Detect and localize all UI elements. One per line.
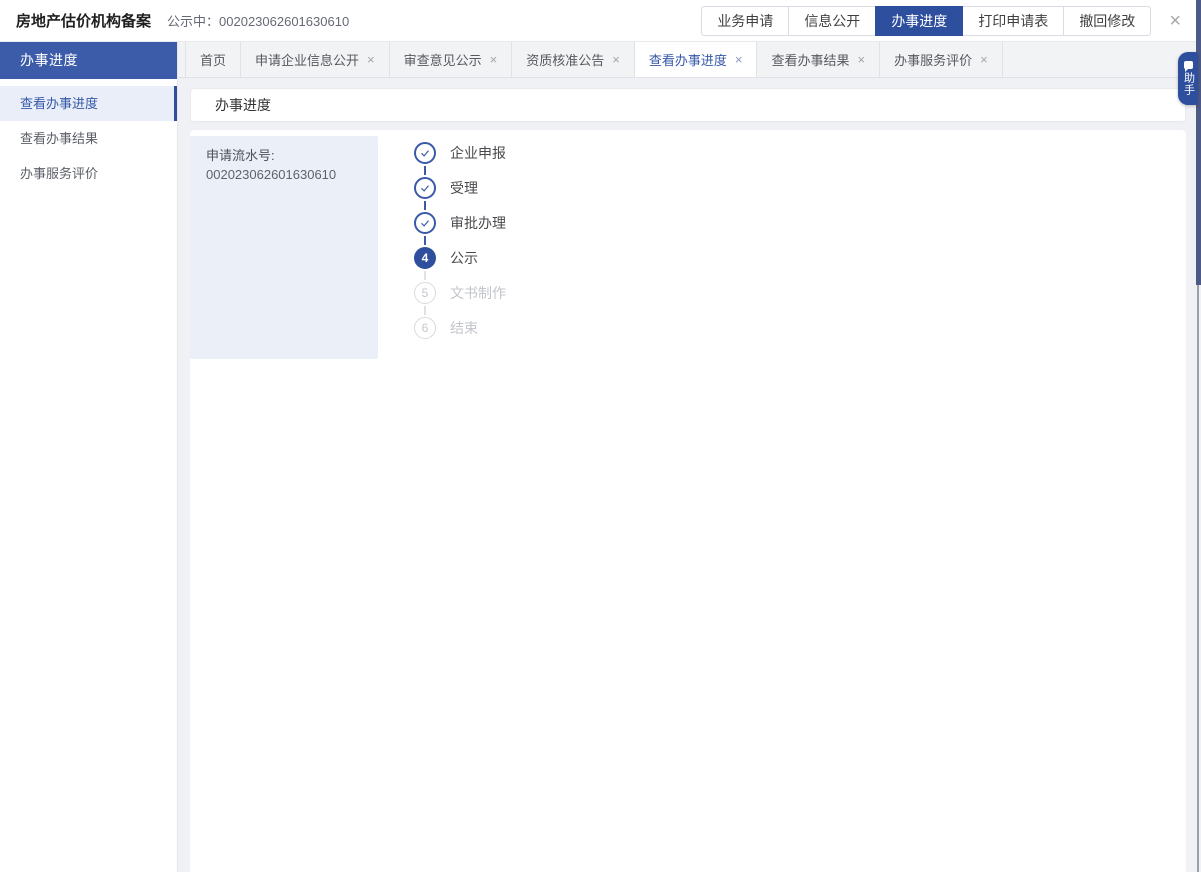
content-area: 办事进度 申请流水号: 002023062601630610 xyxy=(178,78,1201,872)
header-left: 房地产估价机构备案 公示中：002023062601630610 xyxy=(16,10,349,31)
business-apply-button[interactable]: 业务申请 xyxy=(701,6,789,36)
tab-label: 查看办事进度 xyxy=(649,50,727,69)
progress-card: 申请流水号: 002023062601630610 企业申报 xyxy=(190,130,1186,872)
tab-label: 申请企业信息公开 xyxy=(255,50,359,69)
sidebar-item-view-result[interactable]: 查看办事结果 xyxy=(0,121,177,156)
header-button-group: 业务申请 信息公开 办事进度 打印申请表 撤回修改 xyxy=(701,6,1151,36)
publicity-status-value: 002023062601630610 xyxy=(219,14,349,29)
step-connector xyxy=(424,306,426,315)
step-end: 6 结束 xyxy=(414,317,506,339)
scrollbar-track xyxy=(1197,285,1199,872)
pending-step-number: 6 xyxy=(414,317,436,339)
app-shell: 办事进度 查看办事进度 查看办事结果 办事服务评价 首页 申请企业信息公开 × … xyxy=(0,42,1201,872)
step-label: 企业申报 xyxy=(450,143,506,163)
tab-close-icon[interactable]: × xyxy=(367,52,375,67)
step-acceptance: 受理 xyxy=(414,177,506,210)
sidebar-header: 办事进度 xyxy=(0,42,177,79)
assistant-label: 助手 xyxy=(1183,72,1194,96)
tab-label: 首页 xyxy=(200,50,226,69)
step-label: 审批办理 xyxy=(450,213,506,233)
step-enterprise-declaration: 企业申报 xyxy=(414,142,506,175)
tab-label: 办事服务评价 xyxy=(894,50,972,69)
publicity-status: 公示中：002023062601630610 xyxy=(167,11,349,30)
chat-bubble-icon xyxy=(1184,61,1193,69)
check-icon xyxy=(414,177,436,199)
serial-panel: 申请流水号: 002023062601630610 xyxy=(190,136,378,359)
section-title: 办事进度 xyxy=(215,95,271,115)
step-connector xyxy=(424,201,426,210)
close-icon[interactable]: × xyxy=(1169,11,1181,31)
tab-qualification-notice[interactable]: 资质核准公告 × xyxy=(512,42,635,77)
tab-close-icon[interactable]: × xyxy=(612,52,620,67)
app-window: 房地产估价机构备案 公示中：002023062601630610 业务申请 信息… xyxy=(0,0,1201,872)
sidebar-nav: 查看办事进度 查看办事结果 办事服务评价 xyxy=(0,79,177,191)
check-icon xyxy=(414,142,436,164)
main-area: 首页 申请企业信息公开 × 审查意见公示 × 资质核准公告 × 查看办事进度 × xyxy=(178,42,1201,872)
info-disclosure-button[interactable]: 信息公开 xyxy=(788,6,876,36)
pending-step-number: 5 xyxy=(414,282,436,304)
progress-button[interactable]: 办事进度 xyxy=(875,6,963,36)
step-publicity-current: 4 公示 xyxy=(414,247,506,280)
sidebar-item-service-evaluation[interactable]: 办事服务评价 xyxy=(0,156,177,191)
step-connector xyxy=(424,236,426,245)
tab-view-progress[interactable]: 查看办事进度 × xyxy=(635,42,758,77)
top-header: 房地产估价机构备案 公示中：002023062601630610 业务申请 信息… xyxy=(0,0,1201,42)
tab-bar: 首页 申请企业信息公开 × 审查意见公示 × 资质核准公告 × 查看办事进度 × xyxy=(178,42,1201,78)
step-document-making: 5 文书制作 xyxy=(414,282,506,315)
header-right: 业务申请 信息公开 办事进度 打印申请表 撤回修改 × xyxy=(701,6,1195,36)
step-approval: 审批办理 xyxy=(414,212,506,245)
tab-label: 查看办事结果 xyxy=(771,50,849,69)
tab-apply-company-info[interactable]: 申请企业信息公开 × xyxy=(241,42,390,77)
scrollbar-thumb[interactable] xyxy=(1196,0,1201,285)
withdraw-edit-button[interactable]: 撤回修改 xyxy=(1063,6,1151,36)
tab-close-icon[interactable]: × xyxy=(980,52,988,67)
check-icon xyxy=(414,212,436,234)
step-label: 公示 xyxy=(450,248,478,268)
tab-close-icon[interactable]: × xyxy=(490,52,498,67)
serial-value: 002023062601630610 xyxy=(206,165,364,184)
serial-label: 申请流水号: xyxy=(206,146,364,165)
print-application-button[interactable]: 打印申请表 xyxy=(962,6,1064,36)
current-step-number: 4 xyxy=(414,247,436,269)
tab-close-icon[interactable]: × xyxy=(857,52,865,67)
step-connector xyxy=(424,166,426,175)
progress-steps: 企业申报 受理 xyxy=(414,142,506,339)
section-title-card: 办事进度 xyxy=(190,88,1186,122)
sidebar-item-view-progress[interactable]: 查看办事进度 xyxy=(0,86,177,121)
step-label: 文书制作 xyxy=(450,283,506,303)
tab-review-opinion[interactable]: 审查意见公示 × xyxy=(390,42,513,77)
tab-label: 资质核准公告 xyxy=(526,50,604,69)
step-label: 受理 xyxy=(450,178,478,198)
tab-label: 审查意见公示 xyxy=(404,50,482,69)
step-label: 结束 xyxy=(450,318,478,338)
publicity-status-label: 公示中： xyxy=(167,14,219,29)
app-title: 房地产估价机构备案 xyxy=(16,10,151,31)
tab-close-icon[interactable]: × xyxy=(735,52,743,67)
assistant-button[interactable]: 助手 xyxy=(1178,52,1198,105)
step-connector xyxy=(424,271,426,280)
tab-view-result[interactable]: 查看办事结果 × xyxy=(757,42,880,77)
tab-service-evaluation[interactable]: 办事服务评价 × xyxy=(880,42,1003,77)
tab-home[interactable]: 首页 xyxy=(185,42,241,77)
sidebar: 办事进度 查看办事进度 查看办事结果 办事服务评价 xyxy=(0,42,178,872)
